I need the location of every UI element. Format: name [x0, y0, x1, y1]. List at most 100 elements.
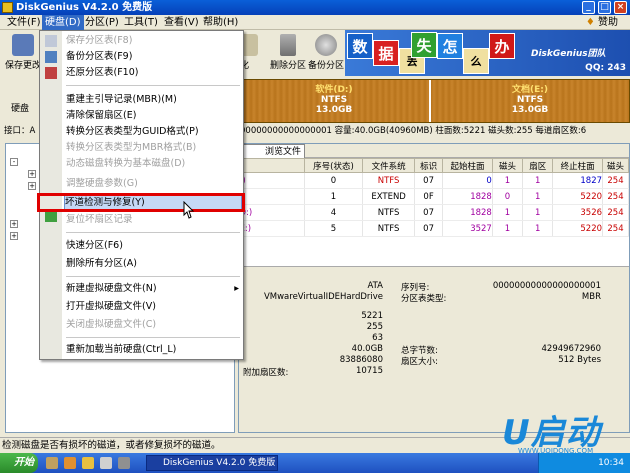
trash-icon — [280, 34, 296, 56]
tab-browse-files[interactable]: 浏览文件 — [241, 144, 305, 158]
col-header: 标识 — [414, 158, 444, 173]
quicklaunch-icon[interactable] — [82, 457, 94, 469]
save-changes-button[interactable]: 保存更改 — [3, 32, 43, 74]
cell-start: 1828 — [442, 204, 493, 221]
col-header: 序号(状态) — [303, 158, 364, 173]
cell-sector: 1 — [522, 172, 554, 189]
heads-value: 255 — [366, 322, 383, 332]
disk-info-text: 00000000000000001 容量:40.0GB(40960MB) 柱面数… — [240, 126, 587, 136]
highlight-box — [37, 193, 245, 212]
table-row[interactable]: :) 0 NTFS 07 0 1 1 1827 254 — [239, 172, 629, 189]
quicklaunch-icon[interactable] — [46, 457, 58, 469]
interface-value: ATA — [367, 281, 383, 291]
close-button[interactable]: × — [614, 1, 627, 14]
backup-icon — [315, 34, 337, 56]
cell-flag: 07 — [414, 220, 444, 237]
menu-close-virtual-disk[interactable]: 关闭虚拟硬盘文件(C) — [66, 317, 242, 333]
quicklaunch-icon[interactable] — [64, 457, 76, 469]
minimize-button[interactable]: _ — [582, 1, 595, 14]
cell-num: 0 — [304, 172, 364, 189]
cell-fs: NTFS — [362, 220, 416, 237]
sector-size-label: 扇区大小: — [401, 357, 438, 367]
cell-end: 5220 — [552, 220, 604, 237]
promo-banner[interactable]: 数 据 丢 失 怎 么 办 DiskGenius团队 QQ: 243 — [345, 30, 630, 76]
menu-restore-partition-table[interactable]: 还原分区表(F10) — [66, 65, 242, 81]
menu-new-virtual-disk[interactable]: 新建虚拟硬盘文件(N) ▸ — [66, 281, 242, 297]
total-sectors-value: 83886080 — [339, 355, 383, 365]
delete-partition-label: 删除分区 — [269, 61, 306, 71]
menu-tools[interactable]: 工具(T) — [121, 15, 161, 30]
cell-end: 1827 — [552, 172, 604, 189]
tree-expand-icon[interactable]: + — [28, 182, 36, 190]
col-header: 起始柱面 — [442, 158, 493, 173]
partition-block-e[interactable]: 文档(E:) NTFS 13.0GB — [431, 80, 629, 122]
menu-convert-to-guid[interactable]: 转换分区表类型为GUID格式(P) — [66, 124, 242, 140]
menu-new-virtual-disk-label: 新建虚拟硬盘文件(N) — [66, 283, 157, 294]
cell-start: 1828 — [442, 188, 493, 205]
menu-disk[interactable]: 硬盘(D) — [42, 15, 84, 30]
backup-partition-button[interactable]: 备份分区 — [306, 32, 346, 74]
menu-reset-bad-sector-log[interactable]: 复位坏扇区记录 — [66, 212, 242, 228]
table-row[interactable]: E:) 5 NTFS 07 3527 1 1 5220 254 — [239, 220, 629, 237]
partition-map: 软件(D:) NTFS 13.0GB 文档(E:) NTFS 13.0GB — [238, 79, 630, 123]
banner-tile: 怎 — [437, 33, 463, 59]
model-value: VMwareVirtualIDEHardDrive — [263, 292, 383, 302]
menu-save-partition-table[interactable]: 保存分区表(F8) — [66, 33, 242, 49]
banner-tile: 数 — [347, 33, 373, 59]
taskbar: 开始 DiskGenius V4.2.0 免费版 10:34 — [0, 453, 630, 473]
backup-partition-label: 备份分区 — [307, 61, 344, 71]
title-bar: DiskGenius V4.2.0 免费版 _ □ × — [0, 0, 630, 15]
app-icon — [2, 2, 13, 13]
banner-tile: 办 — [489, 33, 515, 59]
tree-expand-icon[interactable]: + — [10, 220, 18, 228]
cell-ehead: 254 — [602, 172, 629, 189]
cell-end: 3526 — [552, 204, 604, 221]
table-row[interactable]: D:) 4 NTFS 07 1828 1 1 3526 254 — [239, 204, 629, 221]
menu-bar: 文件(F) 硬盘(D) 分区(P) 工具(T) 查看(V) 帮助(H) ♦ 赞助 — [0, 15, 630, 30]
table-row[interactable]: 1 EXTEND 0F 1828 0 1 5220 254 — [239, 188, 629, 205]
partition-block-d[interactable]: 软件(D:) NTFS 13.0GB — [239, 80, 429, 122]
start-button[interactable]: 开始 — [0, 453, 38, 473]
total-bytes-value: 42949672960 — [541, 344, 602, 354]
menu-view[interactable]: 查看(V) — [161, 15, 202, 30]
quicklaunch-icon[interactable] — [100, 457, 112, 469]
menu-clear-reserved-sectors[interactable]: 清除保留扇区(E) — [66, 108, 242, 124]
banner-qq: QQ: 243 — [585, 63, 626, 73]
cell-head: 0 — [492, 188, 524, 205]
menu-quick-partition[interactable]: 快速分区(F6) — [66, 238, 242, 254]
tree-expand-icon[interactable]: + — [28, 170, 36, 178]
cell-ehead: 254 — [602, 220, 629, 237]
logo-url: WWW.UQIDONG.COM — [518, 447, 594, 455]
cell-head: 1 — [492, 220, 524, 237]
menu-backup-partition-table[interactable]: 备份分区表(F9) — [66, 49, 242, 65]
menu-help[interactable]: 帮助(H) — [200, 15, 241, 30]
donate-link[interactable]: ♦ 赞助 — [586, 15, 618, 30]
cell-name: :) — [239, 172, 305, 189]
menu-rebuild-mbr[interactable]: 重建主引导记录(MBR)(M) — [66, 92, 242, 108]
uqidong-logo: U启动 WWW.UQIDONG.COM — [492, 405, 630, 455]
menu-reload-disk[interactable]: 重新加载当前硬盘(Ctrl_L) — [66, 342, 242, 358]
quicklaunch-icon[interactable] — [118, 457, 130, 469]
menu-convert-to-mbr[interactable]: 转换分区表类型为MBR格式(B) — [66, 140, 242, 156]
mouse-cursor-icon — [183, 201, 195, 219]
menu-adjust-disk-params[interactable]: 调整硬盘参数(G) — [66, 176, 242, 192]
maximize-button[interactable]: □ — [598, 1, 611, 14]
ptstyle-value: MBR — [581, 292, 601, 302]
cell-flag: 07 — [414, 172, 444, 189]
menu-partition[interactable]: 分区(P) — [82, 15, 122, 30]
menu-separator — [66, 276, 240, 277]
cell-name: D:) — [239, 204, 305, 221]
banner-tile: 据 — [373, 40, 399, 66]
menu-file[interactable]: 文件(F) — [4, 15, 44, 30]
tree-expand-icon[interactable]: - — [10, 158, 18, 166]
menu-delete-all-partitions[interactable]: 删除所有分区(A) — [66, 256, 242, 272]
partition-size: 13.0GB — [511, 105, 549, 115]
cell-fs: NTFS — [362, 204, 416, 221]
menu-dynamic-to-basic[interactable]: 动态磁盘转换为基本磁盘(D) — [66, 156, 242, 172]
menu-open-virtual-disk[interactable]: 打开虚拟硬盘文件(V) — [66, 299, 242, 315]
cylinders-value: 5221 — [361, 311, 383, 321]
taskbar-app-button[interactable]: DiskGenius V4.2.0 免费版 — [146, 455, 278, 471]
col-header: 磁头 — [602, 158, 629, 173]
tree-expand-icon[interactable]: + — [10, 232, 18, 240]
delete-partition-button[interactable]: 删除分区 — [268, 32, 308, 74]
